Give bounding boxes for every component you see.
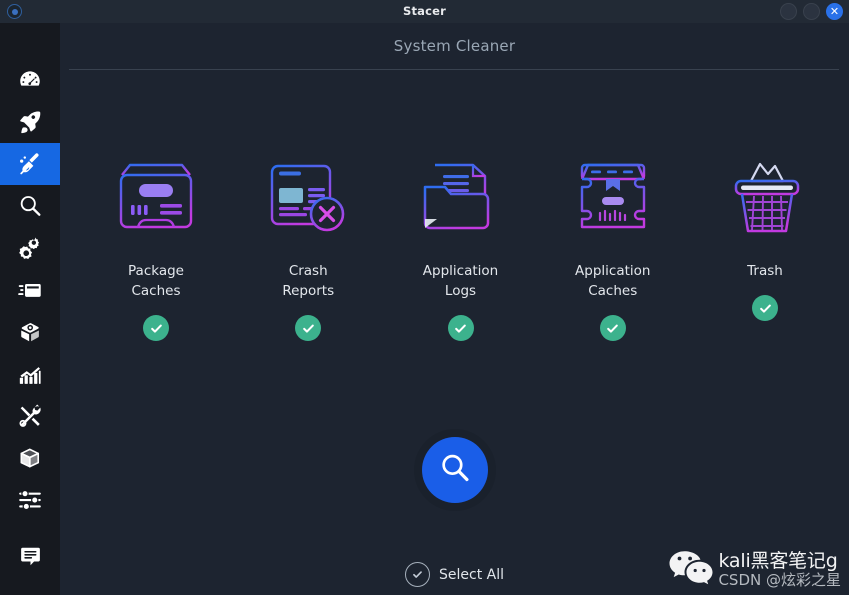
window-title: Stacer <box>402 4 447 18</box>
sliders-icon <box>17 487 43 513</box>
sidebar-item-processes[interactable] <box>0 269 60 311</box>
card-package-caches[interactable]: Package Caches <box>88 153 224 341</box>
folder-document-icon <box>413 153 509 241</box>
page-title: System Cleaner <box>393 37 516 55</box>
card-application-caches[interactable]: Application Caches <box>545 153 681 341</box>
trash-bin-icon <box>717 153 813 241</box>
card-checkbox-crash-reports[interactable] <box>295 315 322 341</box>
uninstaller-icon <box>17 319 43 345</box>
sidebar-item-dashboard[interactable] <box>0 59 60 101</box>
card-label: Package Caches <box>128 263 184 299</box>
document-error-icon <box>260 153 356 241</box>
processes-icon <box>17 277 43 303</box>
card-label: Crash Reports <box>282 263 335 299</box>
sidebar-item-packages[interactable] <box>0 437 60 479</box>
select-all-checkbox[interactable] <box>405 562 430 587</box>
sidebar-item-system-cleaner[interactable] <box>0 143 60 185</box>
card-label: Application Logs <box>422 263 499 299</box>
rocket-icon <box>17 109 43 135</box>
sidebar-item-services[interactable] <box>0 227 60 269</box>
bar-chart-icon <box>17 361 43 387</box>
select-all-toggle[interactable]: Select All <box>60 562 849 587</box>
sidebar-item-search[interactable] <box>0 185 60 227</box>
gauge-icon <box>17 67 43 93</box>
close-button[interactable]: ✕ <box>826 3 843 20</box>
box-icon <box>17 445 43 471</box>
sidebar-item-resources[interactable] <box>0 353 60 395</box>
card-checkbox-trash[interactable] <box>752 295 778 321</box>
stacer-window: Stacer ✕ System Cleaner Package Caches C… <box>0 0 849 595</box>
gears-icon <box>17 235 43 261</box>
card-checkbox-package-caches[interactable] <box>143 315 169 341</box>
chest-box-icon <box>565 153 661 241</box>
card-label: Trash <box>747 263 783 279</box>
card-label: Application Caches <box>575 263 651 299</box>
tools-icon <box>17 403 43 429</box>
sidebar-item-startup-apps[interactable] <box>0 101 60 143</box>
broom-icon <box>17 151 43 177</box>
sidebar-item-settings[interactable] <box>0 479 60 521</box>
speech-bubble-icon <box>18 544 43 569</box>
card-checkbox-application-caches[interactable] <box>599 315 626 341</box>
card-checkbox-application-logs[interactable] <box>447 315 474 341</box>
title-bar: Stacer ✕ <box>0 0 849 23</box>
magnifier-icon <box>17 193 43 219</box>
sidebar-item-uninstaller[interactable] <box>0 311 60 353</box>
main-content: System Cleaner Package Caches Crash Repo… <box>60 23 849 595</box>
page-header: System Cleaner <box>60 23 849 69</box>
cleaner-category-row: Package Caches Crash Reports Application… <box>88 153 833 341</box>
scan-button-area <box>60 429 849 511</box>
maximize-button[interactable] <box>803 3 820 20</box>
scan-button-ring <box>413 429 496 511</box>
card-trash[interactable]: Trash <box>697 153 833 341</box>
sidebar-item-feedback[interactable] <box>0 535 60 577</box>
sidebar <box>0 23 60 595</box>
minimize-button[interactable] <box>780 3 797 20</box>
magnifier-icon <box>438 451 472 489</box>
package-box-icon <box>108 153 204 241</box>
card-application-logs[interactable]: Application Logs <box>393 153 529 341</box>
window-controls: ✕ <box>780 3 843 20</box>
scan-button[interactable] <box>421 437 488 503</box>
sidebar-item-apt-repository[interactable] <box>0 395 60 437</box>
card-crash-reports[interactable]: Crash Reports <box>240 153 376 341</box>
select-all-label: Select All <box>439 566 504 583</box>
header-divider <box>69 69 839 70</box>
